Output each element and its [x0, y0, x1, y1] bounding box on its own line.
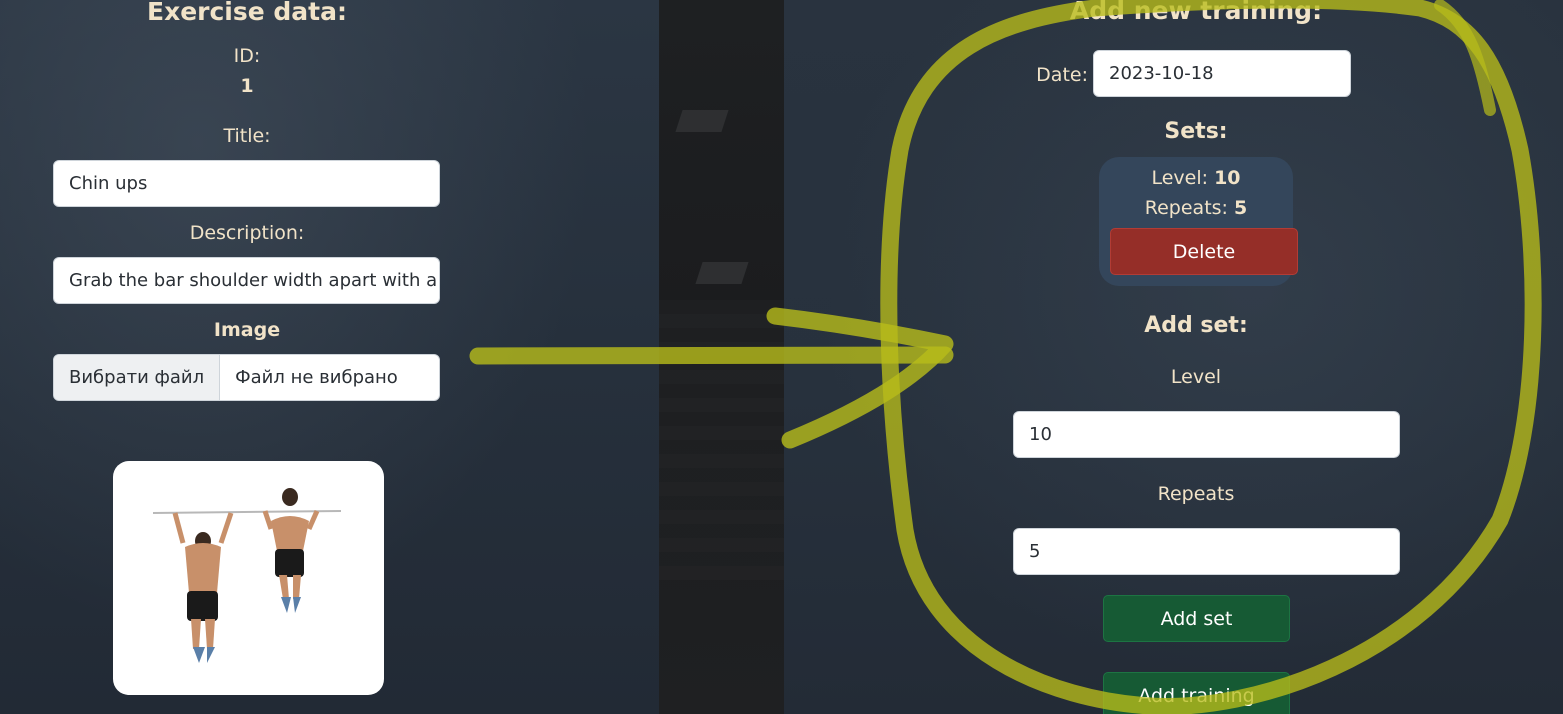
set-repeats-value: 5 [1234, 197, 1248, 219]
image-file-input[interactable]: Вибрати файл Файл не вибрано [53, 354, 440, 401]
delete-set-button[interactable]: Delete [1110, 228, 1298, 275]
chin-ups-illustration-icon [152, 488, 342, 663]
description-input[interactable]: Grab the bar shoulder width apart with a [53, 257, 440, 304]
level-label: Level [1170, 366, 1222, 388]
description-label: Description: [189, 222, 305, 244]
id-value: 1 [240, 75, 254, 97]
choose-file-button[interactable]: Вибрати файл [54, 355, 221, 400]
title-label: Title: [223, 125, 271, 147]
add-set-heading: Add set: [1144, 313, 1248, 338]
set-level: Level: 10 [1099, 167, 1293, 189]
id-label: ID: [233, 45, 261, 67]
exercise-image [113, 461, 384, 695]
title-input[interactable]: Chin ups [53, 160, 440, 207]
training-heading: Add new training: [1069, 0, 1323, 25]
ceiling-light [695, 262, 749, 284]
date-input[interactable]: 2023-10-18 [1093, 50, 1351, 97]
file-status: Файл не вибрано [235, 367, 398, 388]
image-label: Image [213, 319, 281, 341]
add-training-button[interactable]: Add training [1103, 672, 1290, 714]
add-set-button[interactable]: Add set [1103, 595, 1290, 642]
set-level-value: 10 [1214, 167, 1241, 189]
ceiling-light [675, 110, 729, 132]
set-repeats: Repeats: 5 [1099, 197, 1293, 219]
level-input[interactable]: 10 [1013, 411, 1400, 458]
sets-heading: Sets: [1164, 119, 1228, 144]
date-label: Date: [1036, 64, 1088, 86]
repeats-input[interactable]: 5 [1013, 528, 1400, 575]
brick-wall [659, 300, 784, 580]
set-card: Level: 10 Repeats: 5 Delete [1099, 157, 1298, 286]
set-repeats-label: Repeats: [1144, 197, 1228, 219]
set-level-label: Level: [1151, 167, 1209, 189]
repeats-label: Repeats [1157, 483, 1235, 505]
background-middle [659, 0, 784, 714]
exercise-heading: Exercise data: [147, 0, 347, 26]
